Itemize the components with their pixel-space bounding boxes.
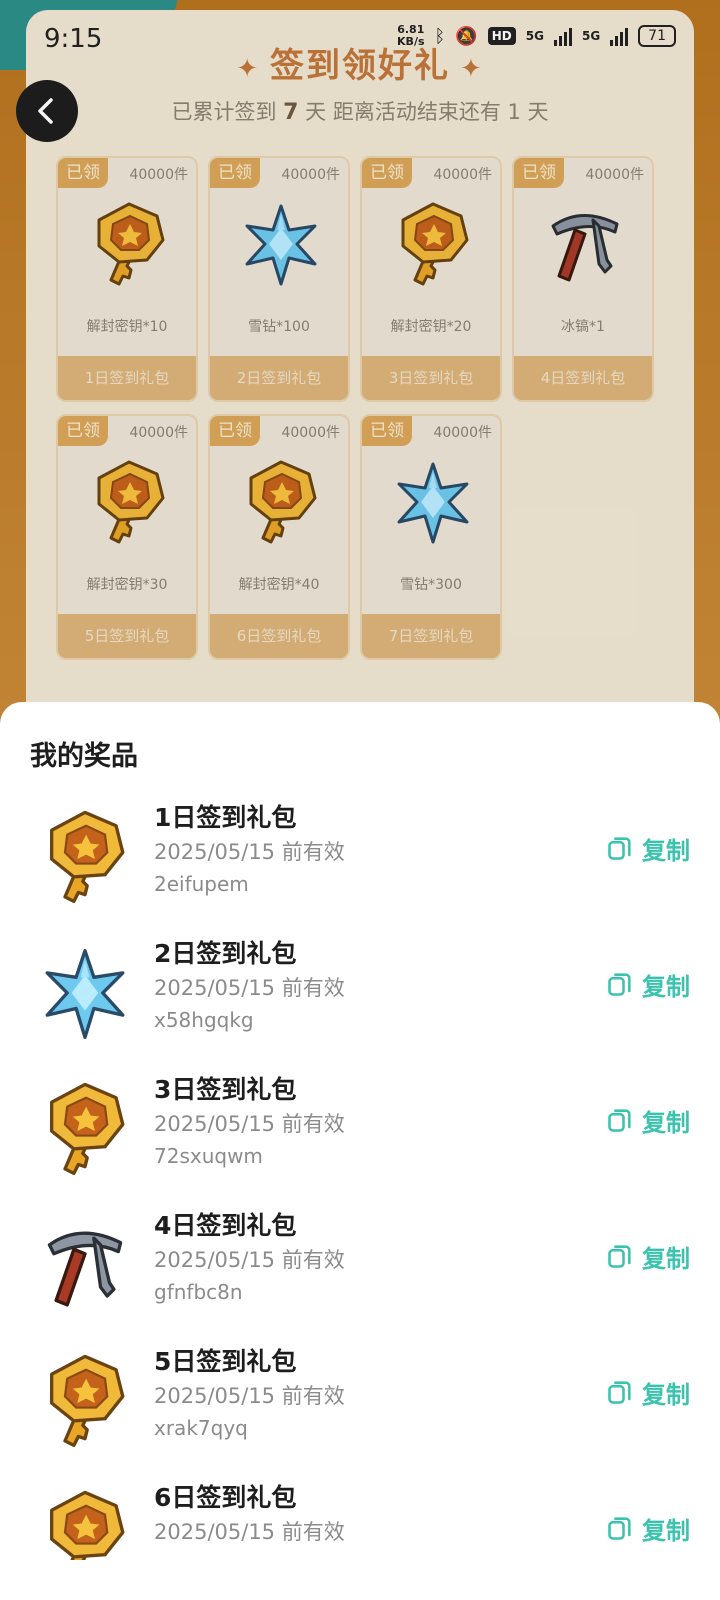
- copy-label: 复制: [642, 836, 690, 865]
- activity-background: 9:15 6.81 KB/s ᛒ 🔕 HD 5G 5G 71 ✦ 签到领好礼 ✦ 已…: [0, 0, 720, 730]
- copy-icon: [606, 1106, 634, 1134]
- copy-button[interactable]: 复制: [606, 966, 690, 1002]
- copy-icon: [606, 970, 634, 998]
- prize-code: gfnfbc8n: [154, 1280, 243, 1304]
- copy-button[interactable]: 复制: [606, 1238, 690, 1274]
- prize-row: 1日签到礼包 2025/05/15 前有效 2eifupem 复制: [0, 798, 720, 936]
- key-icon: [40, 1352, 130, 1452]
- copy-label: 复制: [642, 1108, 690, 1137]
- pickaxe-icon: [40, 1216, 130, 1316]
- overlay-dim[interactable]: [0, 0, 720, 720]
- snow-diamond-icon: [40, 944, 130, 1044]
- copy-icon: [606, 1242, 634, 1270]
- prize-validity: 2025/05/15 前有效: [154, 1248, 345, 1272]
- copy-label: 复制: [642, 1244, 690, 1273]
- prize-row: 5日签到礼包 2025/05/15 前有效 xrak7qyq 复制: [0, 1342, 720, 1480]
- prize-code: x58hgqkg: [154, 1008, 254, 1032]
- key-icon: [40, 1488, 130, 1560]
- prize-list: 1日签到礼包 2025/05/15 前有效 2eifupem 复制 2日签到礼包 2025…: [0, 798, 720, 1560]
- sheet-title: 我的奖品: [30, 741, 138, 772]
- copy-label: 复制: [642, 1380, 690, 1409]
- prize-validity: 2025/05/15 前有效: [154, 1112, 345, 1136]
- copy-button[interactable]: 复制: [606, 1374, 690, 1410]
- copy-icon: [606, 1378, 634, 1406]
- copy-button[interactable]: 复制: [606, 1510, 690, 1546]
- prize-validity: 2025/05/15 前有效: [154, 840, 345, 864]
- key-icon: [40, 808, 130, 908]
- prize-title: 5日签到礼包: [154, 1347, 297, 1376]
- prize-title: 2日签到礼包: [154, 939, 297, 968]
- prize-validity: 2025/05/15 前有效: [154, 1384, 345, 1408]
- copy-label: 复制: [642, 1516, 690, 1545]
- copy-button[interactable]: 复制: [606, 1102, 690, 1138]
- prize-title: 1日签到礼包: [154, 803, 297, 832]
- prize-row: 6日签到礼包 2025/05/15 前有效 复制: [0, 1478, 720, 1560]
- copy-icon: [606, 834, 634, 862]
- prize-validity: 2025/05/15 前有效: [154, 1520, 345, 1544]
- copy-button[interactable]: 复制: [606, 830, 690, 866]
- prize-title: 6日签到礼包: [154, 1483, 297, 1512]
- prize-code: xrak7qyq: [154, 1416, 248, 1440]
- prize-row: 3日签到礼包 2025/05/15 前有效 72sxuqwm 复制: [0, 1070, 720, 1208]
- copy-icon: [606, 1514, 634, 1542]
- prize-code: 2eifupem: [154, 872, 249, 896]
- prize-row: 4日签到礼包 2025/05/15 前有效 gfnfbc8n 复制: [0, 1206, 720, 1344]
- prize-title: 3日签到礼包: [154, 1075, 297, 1104]
- prize-title: 4日签到礼包: [154, 1211, 297, 1240]
- prize-validity: 2025/05/15 前有效: [154, 976, 345, 1000]
- prize-code: 72sxuqwm: [154, 1144, 263, 1168]
- my-prizes-sheet: 我的奖品 1日签到礼包 2025/05/15 前有效 2eifupem 复制 2日签到礼…: [0, 702, 720, 1600]
- copy-label: 复制: [642, 972, 690, 1001]
- prize-row: 2日签到礼包 2025/05/15 前有效 x58hgqkg 复制: [0, 934, 720, 1072]
- key-icon: [40, 1080, 130, 1180]
